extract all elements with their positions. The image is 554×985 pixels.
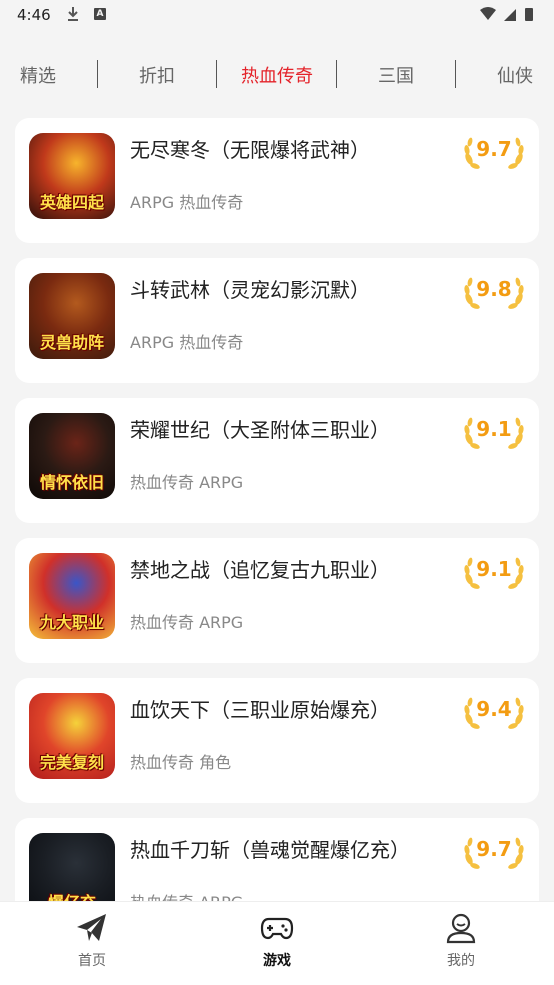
game-card[interactable]: 英雄四起 无尽寒冬（无限爆将武神） ARPG 热血传奇 9.7 (15, 118, 539, 243)
game-list[interactable]: 英雄四起 无尽寒冬（无限爆将武神） ARPG 热血传奇 9.7 灵兽助阵 斗转武林（灵宠幻… (0, 118, 554, 901)
tab-zhekou[interactable]: 折扣 (139, 62, 175, 88)
battery-icon (525, 8, 533, 21)
gamepad-icon (260, 917, 294, 940)
game-tags: 热血传奇 ARPG (130, 889, 243, 901)
nav-home-label: 首页 (78, 953, 106, 969)
paper-plane-icon (77, 914, 106, 941)
rating-score: 9.4 (476, 697, 512, 721)
game-title[interactable]: 禁地之战（追忆复古九职业） (130, 554, 390, 583)
tab-divider (216, 60, 217, 88)
tab-sanguo[interactable]: 三国 (378, 62, 414, 88)
game-card[interactable]: 灵兽助阵 斗转武林（灵宠幻影沉默） ARPG 热血传奇 9.8 (15, 258, 539, 383)
bottom-nav: 首页 游戏 我的 (0, 901, 554, 985)
signal-icon (504, 9, 516, 21)
rating-score: 9.8 (476, 277, 512, 301)
game-title[interactable]: 热血千刀斩（兽魂觉醒爆亿充） (130, 834, 410, 863)
rating-score: 9.1 (476, 417, 512, 441)
game-icon[interactable]: 爆亿充 (29, 833, 115, 901)
tab-divider (336, 60, 337, 88)
game-tags: 热血传奇 ARPG (130, 613, 244, 632)
rating-badge: 9.7 (463, 832, 525, 869)
game-icon[interactable]: 情怀依旧 (29, 413, 115, 499)
game-title[interactable]: 血饮天下（三职业原始爆充） (130, 694, 390, 723)
game-icon-caption: 情怀依旧 (39, 473, 104, 492)
game-tags: ARPG 热血传奇 (130, 333, 244, 352)
game-card[interactable]: 爆亿充 热血千刀斩（兽魂觉醒爆亿充） 热血传奇 ARPG 9.7 (15, 818, 539, 901)
tab-jingxuan[interactable]: 精选 (20, 62, 56, 88)
game-tags: 热血传奇 ARPG (130, 473, 244, 492)
game-card[interactable]: 完美复刻 血饮天下（三职业原始爆充） 热血传奇 角色 9.4 (15, 678, 539, 803)
game-icon-caption: 英雄四起 (39, 193, 104, 212)
nav-games[interactable]: 游戏 (217, 912, 337, 970)
user-icon (446, 913, 476, 944)
game-tags: 热血传奇 角色 (130, 753, 232, 772)
game-title[interactable]: 斗转武林（灵宠幻影沉默） (130, 274, 370, 303)
game-card[interactable]: 九大职业 禁地之战（追忆复古九职业） 热血传奇 ARPG 9.1 (15, 538, 539, 663)
rating-score: 9.1 (476, 557, 512, 581)
nav-mine-label: 我的 (447, 953, 475, 969)
tab-divider (97, 60, 98, 88)
game-title[interactable]: 荣耀世纪（大圣附体三职业） (130, 414, 390, 443)
game-icon[interactable]: 英雄四起 (29, 133, 115, 219)
game-icon[interactable]: 九大职业 (29, 553, 115, 639)
system-status-icons (480, 7, 533, 21)
tab-rexue-chuanqi[interactable]: 热血传奇 (241, 62, 313, 88)
rating-score: 9.7 (476, 137, 512, 161)
nav-mine[interactable]: 我的 (401, 912, 521, 970)
nav-home[interactable]: 首页 (32, 912, 152, 970)
status-time: 4:46 (17, 6, 51, 24)
rating-badge: 9.1 (463, 552, 525, 589)
rating-badge: 9.7 (463, 132, 525, 169)
app-notification-icon: A (94, 8, 106, 20)
rating-badge: 9.4 (463, 692, 525, 729)
game-icon[interactable]: 灵兽助阵 (29, 273, 115, 359)
download-icon (68, 7, 78, 21)
game-icon[interactable]: 完美复刻 (29, 693, 115, 779)
game-icon-caption: 完美复刻 (39, 753, 104, 772)
game-icon-caption: 九大职业 (39, 613, 104, 632)
tab-xianxia[interactable]: 仙侠 (497, 62, 533, 88)
wifi-icon (480, 7, 496, 20)
game-card[interactable]: 情怀依旧 荣耀世纪（大圣附体三职业） 热血传奇 ARPG 9.1 (15, 398, 539, 523)
tab-divider (455, 60, 456, 88)
game-icon-caption: 爆亿充 (29, 889, 115, 901)
game-tags: ARPG 热血传奇 (130, 193, 244, 212)
game-icon-caption: 灵兽助阵 (39, 333, 104, 352)
rating-score: 9.7 (476, 837, 512, 861)
category-tabs: 精选 折扣 热血传奇 三国 仙侠 (0, 48, 554, 100)
rating-badge: 9.1 (463, 412, 525, 449)
rating-badge: 9.8 (463, 272, 525, 309)
game-title[interactable]: 无尽寒冬（无限爆将武神） (130, 134, 370, 163)
status-bar: 4:46 A (0, 0, 554, 30)
nav-games-label: 游戏 (263, 953, 291, 969)
